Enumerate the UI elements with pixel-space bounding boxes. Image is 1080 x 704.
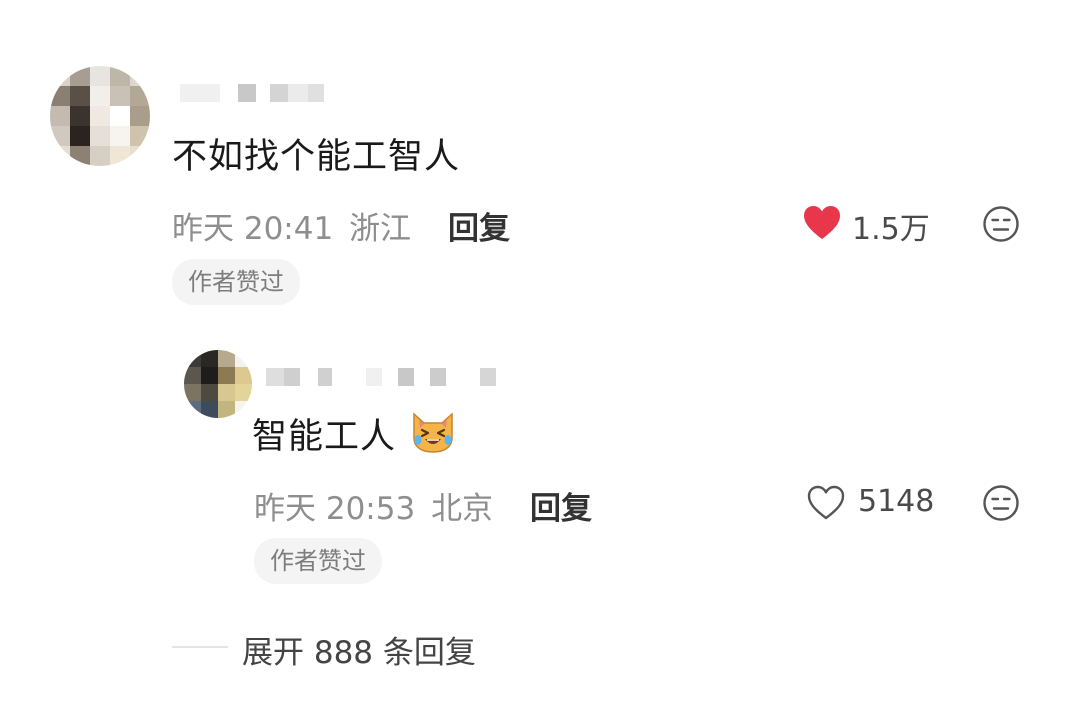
heart-outline-icon — [807, 485, 845, 520]
comment-time: 昨天 20:41 — [172, 211, 334, 247]
like-button[interactable] — [802, 204, 842, 242]
expand-replies-button[interactable]: 展开 888 条回复 — [242, 627, 476, 672]
reaction-button[interactable] — [982, 205, 1020, 243]
comment-location: 北京 — [431, 491, 494, 527]
expand-divider — [172, 646, 228, 648]
author-liked-badge: 作者赞过 — [254, 538, 382, 584]
comment-location: 浙江 — [349, 211, 412, 247]
comment-meta: 昨天 20:41 浙江 — [172, 203, 411, 248]
user-avatar[interactable] — [50, 66, 150, 166]
author-liked-badge: 作者赞过 — [172, 259, 300, 305]
crying-laughing-cat-emoji — [413, 412, 453, 453]
neutral-face-icon — [983, 206, 1019, 242]
username-blurred[interactable] — [180, 84, 324, 102]
reply-button[interactable]: 回复 — [530, 483, 592, 528]
reply-button[interactable]: 回复 — [448, 203, 510, 248]
like-button[interactable] — [806, 484, 846, 522]
comment-text: 不如找个能工智人 — [172, 137, 461, 177]
like-count: 1.5万 — [852, 212, 930, 247]
like-count: 5148 — [858, 484, 935, 519]
username-blurred[interactable] — [266, 368, 496, 386]
neutral-face-icon — [983, 485, 1019, 521]
heart-filled-icon — [804, 206, 840, 239]
user-avatar[interactable] — [184, 350, 252, 418]
comment-meta: 昨天 20:53 北京 — [254, 483, 493, 528]
comment-text-content: 智能工人 — [252, 417, 397, 457]
reaction-button[interactable] — [982, 484, 1020, 522]
comment-time: 昨天 20:53 — [254, 491, 416, 527]
comment-text: 智能工人 — [252, 408, 456, 459]
